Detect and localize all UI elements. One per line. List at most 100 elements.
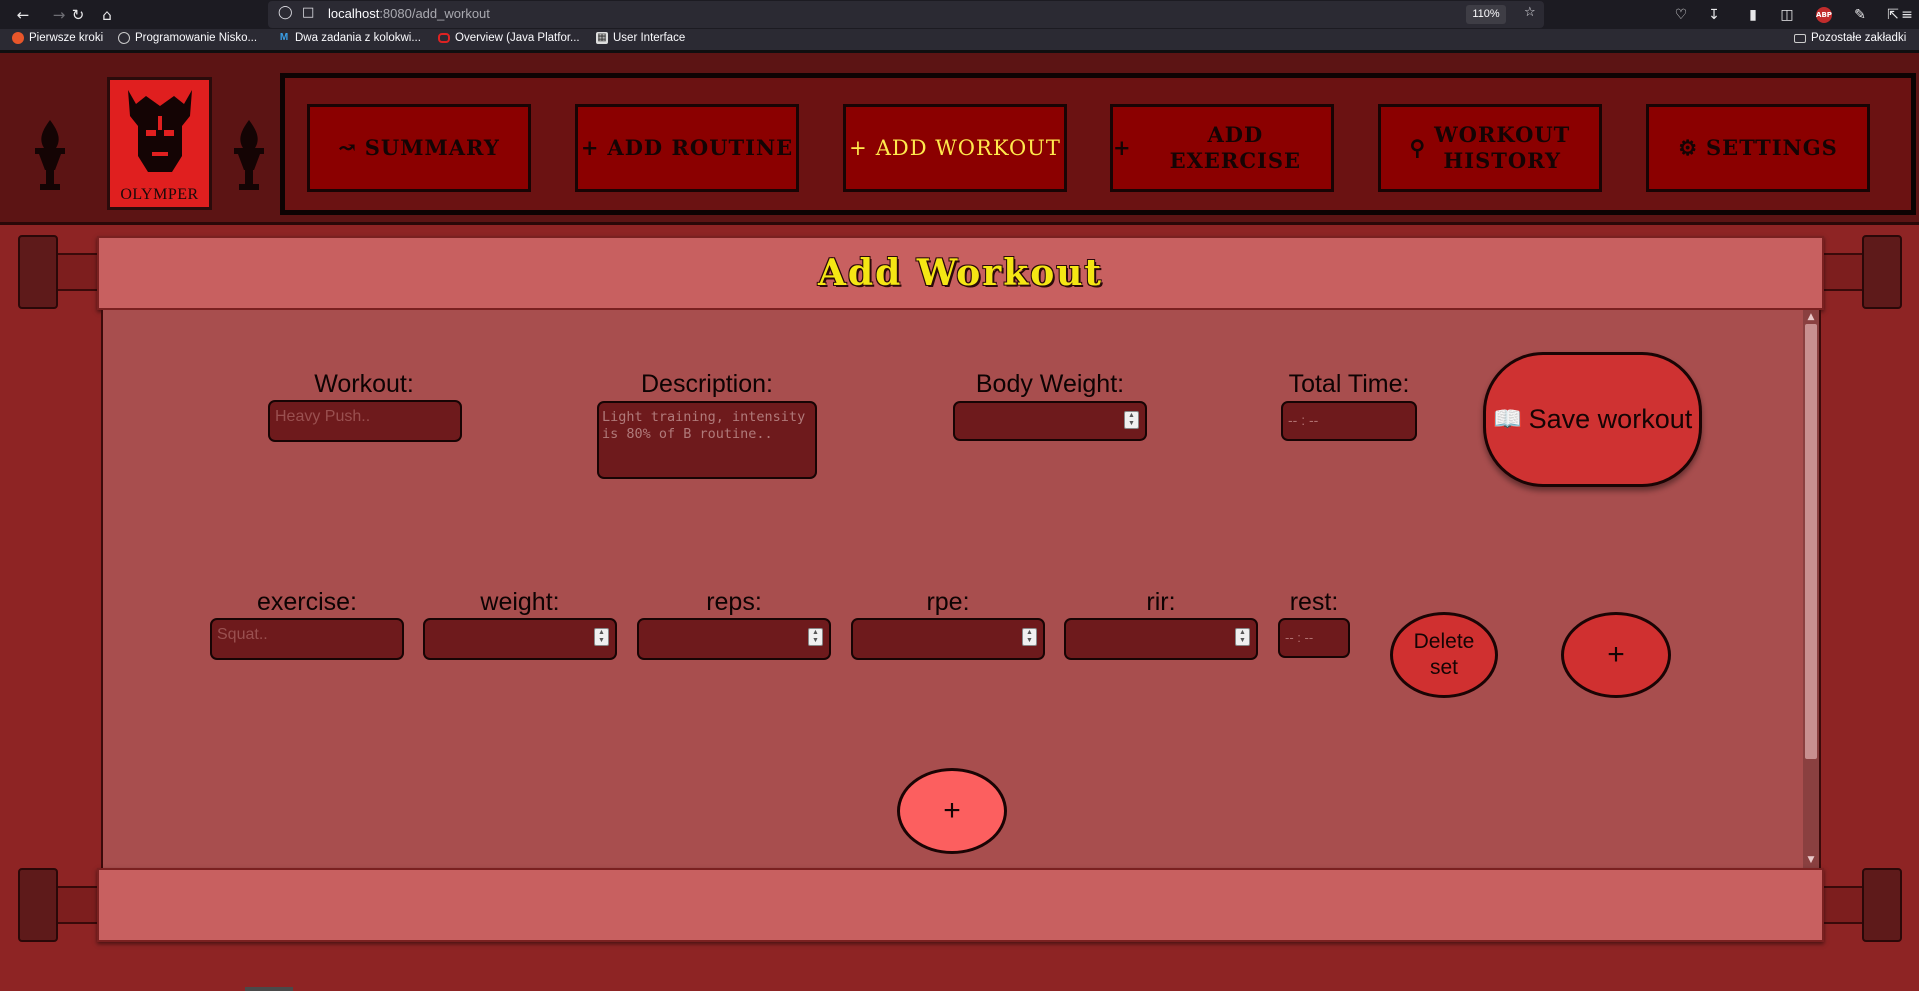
url-bar[interactable]: ◯ □ localhost:8080/add_workout 110% ☆: [268, 1, 1544, 28]
panel-scrollbar[interactable]: ▲ ▼: [1803, 310, 1819, 868]
back-icon[interactable]: ←: [12, 4, 34, 26]
nav-label: ADD WORKOUT: [875, 135, 1061, 160]
scrollbar-thumb[interactable]: [1805, 324, 1817, 759]
page-info-icon[interactable]: □: [302, 5, 314, 20]
book-open-icon: 📖: [1492, 406, 1523, 433]
description-label: Description:: [641, 370, 773, 398]
add-exercise-row-label: +: [943, 794, 961, 827]
chart-line-icon: ↝: [338, 134, 357, 160]
sidebar-icon[interactable]: ◫: [1776, 4, 1798, 26]
nav-label: WORKOUT HISTORY: [1434, 121, 1571, 173]
body-weight-label: Body Weight:: [975, 370, 1125, 398]
url-path: :8080/add_workout: [379, 6, 490, 21]
rir-input[interactable]: ▲ ▼: [1064, 618, 1258, 660]
reps-label: reps:: [706, 588, 762, 616]
scroll-cap-left: [18, 868, 58, 942]
url-host: localhost: [328, 6, 380, 21]
spinner-icon[interactable]: ▲ ▼: [1235, 628, 1250, 646]
bookmark-star-icon[interactable]: ☆: [1524, 5, 1536, 20]
exercise-input[interactable]: Squat..: [210, 618, 404, 660]
plus-icon: +: [580, 134, 600, 160]
save-workout-button[interactable]: 📖 Save workout: [1483, 352, 1702, 487]
bookmark-label: Programowanie Nisko...: [135, 32, 258, 44]
bookmark-item[interactable]: Pierwsze kroki: [12, 32, 103, 44]
add-set-label: +: [1607, 638, 1625, 671]
scroll-cap-right: [1862, 235, 1902, 309]
save-workout-label: Save workout: [1528, 404, 1693, 434]
logo-text: OLYMPER: [120, 186, 199, 203]
plus-icon: +: [849, 135, 868, 160]
nav-label: ADD EXERCISE: [1169, 121, 1302, 173]
nav-workout-history-button[interactable]: ⚲ WORKOUT HISTORY: [1378, 104, 1602, 192]
spinner-icon[interactable]: ▲ ▼: [1022, 628, 1037, 646]
rpe-label: rpe:: [926, 588, 970, 616]
description-placeholder: Light training, intensity is 80% of B ro…: [602, 409, 806, 442]
add-set-button[interactable]: +: [1561, 612, 1671, 698]
spinner-icon[interactable]: ▲ ▼: [594, 628, 609, 646]
spinner-icon[interactable]: ▲ ▼: [1124, 411, 1139, 429]
page-scrollbar[interactable]: [245, 987, 293, 991]
bookmark-label: User Interface: [613, 32, 686, 44]
main-nav: ↝ SUMMARY + ADD ROUTINE + ADD WORKOUT + ADD …: [280, 73, 1916, 215]
reload-icon[interactable]: ↻: [67, 4, 89, 26]
nav-add-workout-button[interactable]: + ADD WORKOUT: [843, 104, 1067, 192]
page-title: Add Workout: [817, 252, 1104, 294]
rest-input[interactable]: -- : --: [1278, 618, 1350, 658]
bookmark-label: Pierwsze kroki: [29, 32, 104, 44]
bookmark-item[interactable]: ▦ User Interface: [596, 32, 685, 44]
rest-placeholder: -- : --: [1285, 630, 1314, 645]
title-banner: Add Workout: [97, 236, 1824, 310]
nav-add-exercise-button[interactable]: + ADD EXERCISE: [1110, 104, 1334, 192]
oracle-icon: [438, 33, 450, 43]
bookmark-item[interactable]: M Dwa zadania z kolokwi...: [278, 32, 421, 44]
exercise-placeholder: Squat..: [217, 626, 268, 643]
search-icon: ⚲: [1409, 134, 1427, 160]
weight-label: weight:: [480, 588, 560, 616]
workout-label: Workout:: [314, 370, 414, 398]
pocket-icon[interactable]: ♡: [1670, 4, 1692, 26]
other-bookmarks[interactable]: Pozostałe zakładki: [1794, 32, 1906, 44]
nav-label: ADD ROUTINE: [607, 134, 794, 160]
bookmark-label: Overview (Java Platfor...: [455, 32, 580, 44]
weight-input[interactable]: ▲ ▼: [423, 618, 617, 660]
menu-icon[interactable]: ≡: [1896, 4, 1918, 26]
scroll-up-icon[interactable]: ▲: [1806, 312, 1816, 322]
delete-set-button[interactable]: Delete set: [1390, 612, 1498, 698]
spinner-icon[interactable]: ▲ ▼: [808, 628, 823, 646]
bookmark-item[interactable]: Programowanie Nisko...: [118, 32, 257, 44]
bottom-banner: [97, 868, 1824, 942]
extensions-icon[interactable]: ✎: [1849, 4, 1871, 26]
scroll-down-icon[interactable]: ▼: [1806, 855, 1816, 865]
bookmark-item[interactable]: Overview (Java Platfor...: [438, 32, 580, 44]
shield-icon[interactable]: ◯: [278, 5, 293, 20]
rpe-input[interactable]: ▲ ▼: [851, 618, 1045, 660]
folder-icon: [1794, 33, 1806, 43]
total-time-input[interactable]: -- : --: [1281, 401, 1417, 441]
rir-label: rir:: [1146, 588, 1176, 616]
description-textarea[interactable]: Light training, intensity is 80% of B ro…: [597, 401, 817, 479]
zoom-level-badge[interactable]: 110%: [1466, 5, 1506, 24]
url-text[interactable]: localhost:8080/add_workout: [328, 6, 490, 21]
torch-right-icon: [234, 120, 264, 190]
reps-input[interactable]: ▲ ▼: [637, 618, 831, 660]
library-icon[interactable]: ▮: [1742, 4, 1764, 26]
add-exercise-row-button[interactable]: +: [897, 768, 1007, 854]
bookmark-label: Dwa zadania z kolokwi...: [295, 32, 421, 44]
browser-toolbar: ← → ↻ ⌂ ◯ □ localhost:8080/add_workout 1…: [0, 0, 1919, 29]
olymper-logo[interactable]: OLYMPER: [107, 77, 212, 210]
body-weight-input[interactable]: ▲ ▼: [953, 401, 1147, 441]
other-bookmarks-label: Pozostałe zakładki: [1811, 32, 1907, 44]
nav-settings-button[interactable]: ⚙ SETTINGS: [1646, 104, 1870, 192]
workout-placeholder: Heavy Push..: [275, 408, 371, 425]
globe-icon: [118, 32, 130, 44]
download-icon[interactable]: ↧: [1703, 4, 1725, 26]
home-icon[interactable]: ⌂: [96, 4, 118, 26]
nav-summary-button[interactable]: ↝ SUMMARY: [307, 104, 531, 192]
ui-icon: ▦: [596, 32, 608, 44]
workout-name-input[interactable]: Heavy Push..: [268, 400, 462, 442]
adblock-icon[interactable]: ABP: [1816, 7, 1832, 23]
rest-label: rest:: [1289, 588, 1339, 616]
nav-add-routine-button[interactable]: + ADD ROUTINE: [575, 104, 799, 192]
nav-label: SETTINGS: [1706, 134, 1838, 160]
helmet-face-icon: [128, 90, 192, 172]
